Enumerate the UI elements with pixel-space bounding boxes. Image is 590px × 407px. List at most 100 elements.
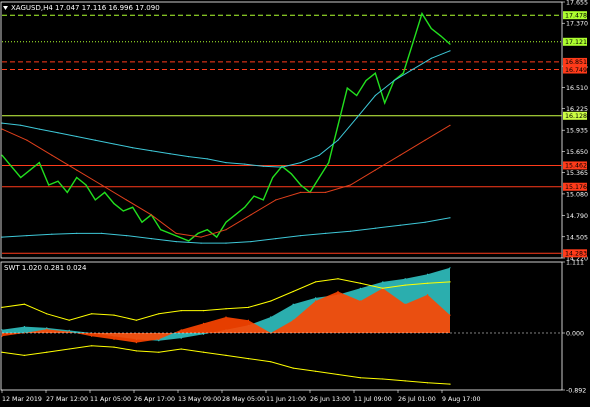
data-point [384,102,386,104]
data-point [76,232,78,234]
x-tick-label: 26 Jul 01:00 [398,396,436,403]
data-point [356,117,358,119]
data-point [281,166,283,168]
data-point [300,162,302,164]
main-series-group [1,11,451,244]
data-point [328,162,330,164]
data-point [412,42,414,45]
data-point [449,267,451,269]
data-point [113,203,115,205]
data-point [180,329,182,331]
x-axis: 12 Mar 2019 27 Mar 12:00 11 Apr 05:00 26 Ap… [1,390,480,403]
data-point [76,135,78,138]
data-point [427,294,429,296]
data-point [300,235,302,237]
data-point [234,214,236,216]
data-point [125,235,127,237]
data-point [135,319,137,321]
data-point [38,162,40,164]
x-tick-label: 28 May 05:00 [222,396,265,403]
data-point [318,154,320,156]
x-tick-label: 11 Jun 21:00 [266,396,306,403]
price-series-line [1,124,451,238]
y-tick-label: 15.365 [566,170,588,177]
data-point [337,124,339,126]
indicator-area-series [2,288,450,343]
price-label-text: 16.749 [565,67,587,74]
data-point [404,284,406,286]
indicator-title: SWT 1.020 0.281 0.024 [4,264,87,272]
data-point [337,290,339,293]
data-point [20,176,22,179]
data-point [1,128,3,130]
data-point [359,300,361,302]
data-point [244,163,246,165]
data-point [290,173,292,175]
data-point [125,199,127,201]
data-point [51,233,53,235]
data-point [51,154,53,156]
y-tick-label: 15.080 [566,191,588,198]
data-point [404,303,406,305]
data-point [113,143,115,145]
data-point [225,162,227,164]
data-point [1,351,3,353]
main-chart-title: XAGUSD,H4 17.047 17.116 16.996 17.090 [11,4,160,12]
main-collapse-icon[interactable] [3,6,8,10]
data-point [132,206,134,208]
x-tick-label: 11 Jul 09:00 [354,396,392,403]
data-point [247,319,249,321]
y-tick-label: 0.000 [566,330,584,337]
x-tick-label: 13 May 09:00 [178,396,221,403]
price-series-line [1,11,451,242]
data-point [150,214,152,216]
data-point [206,158,208,160]
data-point [46,327,48,329]
price-label-text: 14.283 [565,251,587,258]
data-point [197,232,199,234]
data-point [160,229,162,231]
x-tick-label: 26 Apr 17:00 [134,396,175,403]
x-tick-label: 9 Aug 17:00 [442,396,480,403]
data-point [206,229,208,231]
data-point [158,351,160,353]
data-point [247,358,249,360]
data-point [66,191,68,193]
price-label-text: 16.851 [565,59,587,66]
data-point [427,282,429,284]
data-point [399,224,401,226]
data-point [275,238,277,240]
data-point [68,348,70,350]
data-point [382,281,384,283]
x-tick-label: 12 Mar 2019 [2,396,42,403]
data-point [104,191,106,193]
data-point [449,43,451,45]
data-point [449,281,451,283]
data-point [200,236,202,238]
data-point [23,354,25,356]
price-label-text: 15.176 [565,184,587,191]
data-point [315,281,317,283]
data-point [169,232,171,234]
data-point [402,72,404,74]
data-point [150,238,152,240]
data-point [300,191,302,193]
data-point [150,150,152,152]
data-point [382,378,384,380]
data-point [427,273,429,275]
y-tick-label: -0.892 [566,388,586,395]
chart-canvas: XAGUSD,H4 17.047 17.116 16.996 17.090 SW… [0,0,588,403]
data-point [449,314,451,316]
data-point [430,57,432,59]
data-point [46,351,48,353]
data-point [262,165,264,167]
data-point [94,139,96,141]
data-point [449,124,451,126]
data-point [315,300,317,302]
data-point [1,335,3,337]
data-point [262,199,264,201]
data-point [10,165,12,167]
data-point [440,35,442,37]
data-point [393,80,395,82]
data-point [449,217,451,219]
